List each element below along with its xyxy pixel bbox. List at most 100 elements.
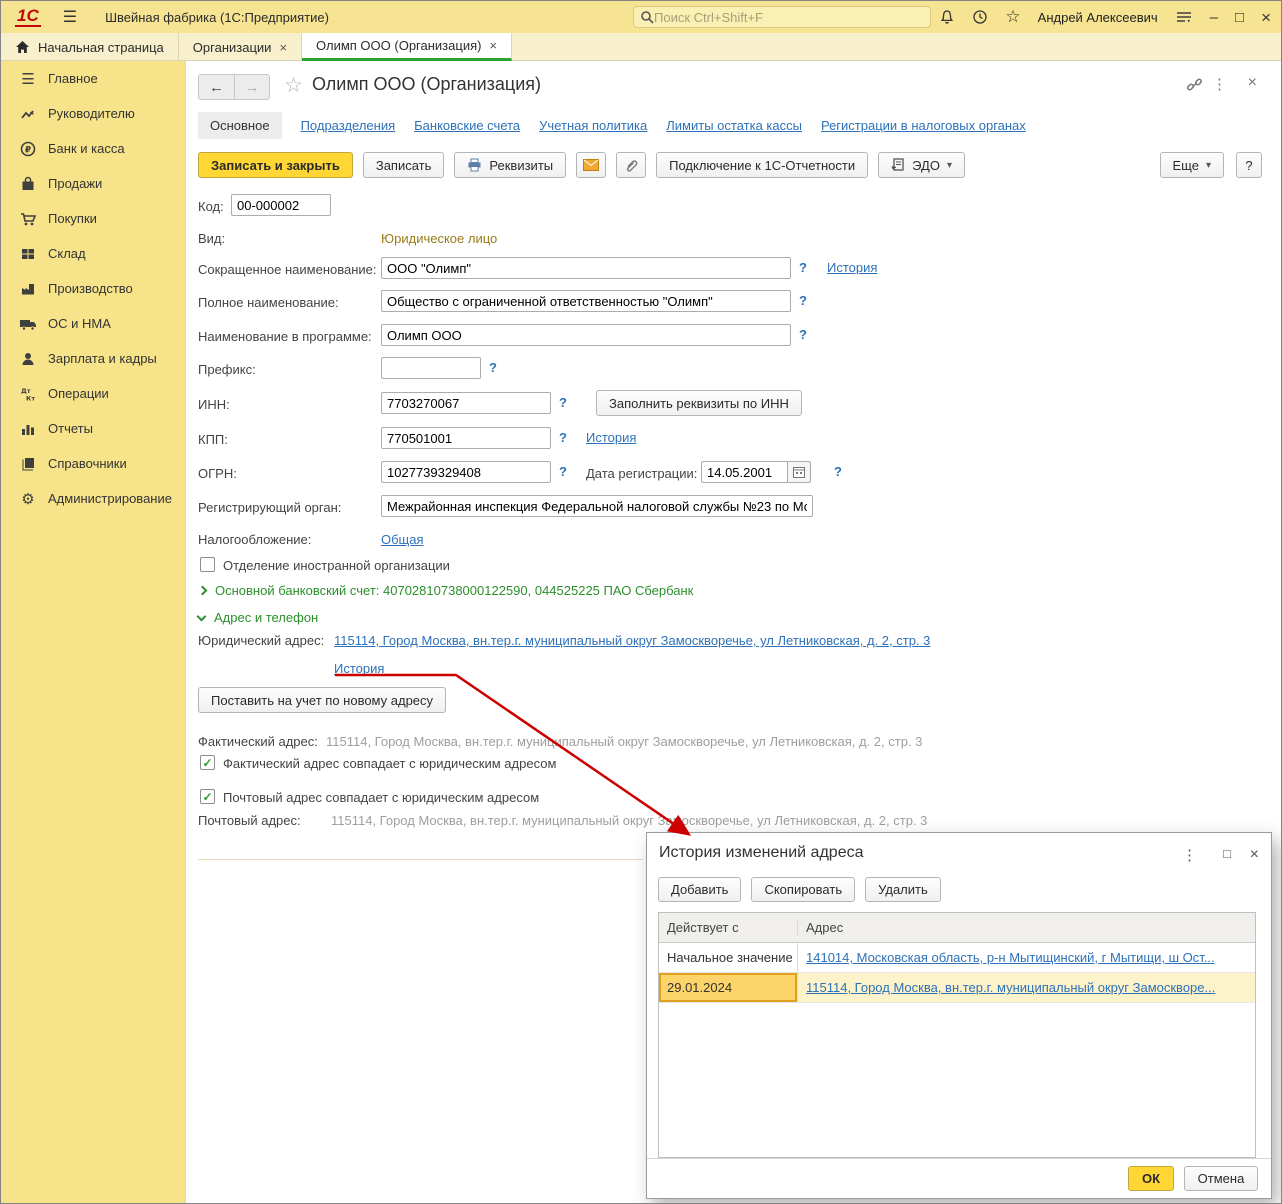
favorites-star-icon[interactable]: ☆ bbox=[1005, 7, 1020, 27]
help-icon[interactable]: ? bbox=[799, 327, 807, 342]
sidebar-item-manager[interactable]: Руководителю bbox=[1, 96, 185, 131]
dialog-close-icon[interactable]: × bbox=[1250, 846, 1259, 864]
help-icon[interactable]: ? bbox=[559, 395, 567, 410]
search-input[interactable] bbox=[654, 9, 924, 25]
current-user-name[interactable]: Андрей Алексеевич bbox=[1038, 10, 1158, 25]
fill-by-inn-button[interactable]: Заполнить реквизиты по ИНН bbox=[596, 390, 802, 416]
tab-organizations[interactable]: Организации × bbox=[179, 33, 303, 61]
full-name-input[interactable] bbox=[381, 290, 791, 312]
row-date[interactable]: Начальное значение bbox=[659, 943, 797, 972]
prefix-input[interactable] bbox=[381, 357, 481, 379]
help-icon[interactable]: ? bbox=[799, 293, 807, 308]
truck-icon bbox=[19, 316, 37, 332]
forward-arrow-button[interactable]: → bbox=[234, 75, 269, 99]
tab-main[interactable]: Основное bbox=[198, 111, 282, 139]
sidebar-item-production[interactable]: Производство bbox=[1, 271, 185, 306]
chevron-down-icon: ▾ bbox=[946, 159, 952, 171]
more-button[interactable]: Еще ▾ bbox=[1159, 152, 1224, 178]
window-maximize-button[interactable]: □ bbox=[1235, 10, 1244, 25]
calendar-icon[interactable] bbox=[787, 461, 811, 483]
postal-same-checkbox[interactable]: ✓ bbox=[200, 789, 215, 804]
back-arrow-button[interactable]: ← bbox=[199, 75, 234, 99]
form-close-icon[interactable]: × bbox=[1248, 74, 1257, 92]
sidebar-item-administration[interactable]: ⚙ Администрирование bbox=[1, 481, 185, 516]
reg-authority-input[interactable] bbox=[381, 495, 813, 517]
short-name-input[interactable] bbox=[381, 257, 791, 279]
table-row-selected[interactable]: 29.01.2024 115114, Город Москва, вн.тер.… bbox=[659, 973, 1255, 1003]
dialog-maximize-icon[interactable]: □ bbox=[1223, 846, 1231, 861]
requisites-button[interactable]: Реквизиты bbox=[454, 152, 567, 178]
service-menu-icon[interactable] bbox=[1175, 10, 1193, 24]
kpp-input[interactable] bbox=[381, 427, 551, 449]
favorite-star-icon[interactable]: ☆ bbox=[284, 73, 303, 98]
help-icon[interactable]: ? bbox=[799, 260, 807, 275]
name-history-link[interactable]: История bbox=[827, 260, 877, 275]
close-icon[interactable]: × bbox=[489, 38, 497, 53]
save-and-close-button[interactable]: Записать и закрыть bbox=[198, 152, 353, 178]
add-button[interactable]: Добавить bbox=[658, 877, 742, 902]
tab-bank-accounts[interactable]: Банковские счета bbox=[414, 118, 520, 133]
column-header-date[interactable]: Действует с bbox=[659, 920, 797, 935]
tab-tax-registrations[interactable]: Регистрации в налоговых органах bbox=[821, 118, 1026, 133]
tab-cash-limits[interactable]: Лимиты остатка кассы bbox=[666, 118, 802, 133]
column-header-address[interactable]: Адрес bbox=[797, 920, 1255, 935]
row-address-link[interactable]: 115114, Город Москва, вн.тер.г. муниципа… bbox=[806, 980, 1215, 995]
ok-button[interactable]: ОК bbox=[1128, 1166, 1174, 1191]
help-button[interactable]: ? bbox=[1236, 152, 1262, 178]
reg-date-input[interactable] bbox=[701, 461, 787, 483]
tab-olimp-organization[interactable]: Олимп ООО (Организация) × bbox=[302, 33, 513, 61]
sidebar-item-bank-cash[interactable]: ₽ Банк и касса bbox=[1, 131, 185, 166]
code-input[interactable] bbox=[231, 194, 331, 216]
register-new-address-button[interactable]: Поставить на учет по новому адресу bbox=[198, 687, 447, 713]
sidebar-item-payroll-hr[interactable]: Зарплата и кадры bbox=[1, 341, 185, 376]
edo-doc-icon bbox=[891, 158, 904, 171]
sidebar-item-warehouse[interactable]: Склад bbox=[1, 236, 185, 271]
main-menu-icon[interactable]: ☰ bbox=[63, 7, 77, 27]
legal-address-link[interactable]: 115114, Город Москва, вн.тер.г. муниципа… bbox=[334, 633, 930, 648]
send-email-button[interactable] bbox=[576, 152, 607, 178]
program-name-input[interactable] bbox=[381, 324, 791, 346]
window-close-button[interactable]: × bbox=[1261, 9, 1271, 26]
bank-account-section-toggle[interactable]: Основной банковский счет: 40702810738000… bbox=[197, 583, 693, 598]
sidebar-item-sales[interactable]: Продажи bbox=[1, 166, 185, 201]
history-clock-icon[interactable] bbox=[972, 9, 988, 25]
attachments-button[interactable] bbox=[616, 152, 647, 178]
kpp-history-link[interactable]: История bbox=[586, 430, 636, 445]
dialog-menu-dots-icon[interactable]: ⋮ bbox=[1182, 846, 1197, 864]
get-link-icon[interactable] bbox=[1186, 77, 1203, 93]
save-button[interactable]: Записать bbox=[362, 152, 445, 178]
sidebar-item-purchases[interactable]: Покупки bbox=[1, 201, 185, 236]
sidebar-item-main[interactable]: ☰ Главное bbox=[1, 61, 185, 96]
taxation-value-link[interactable]: Общая bbox=[381, 532, 424, 547]
row-address-link[interactable]: 141014, Московская область, р-н Мытищинс… bbox=[806, 950, 1215, 965]
row-date-selected[interactable]: 29.01.2024 bbox=[659, 973, 797, 1002]
notifications-bell-icon[interactable] bbox=[939, 9, 955, 25]
connect-1c-reporting-button[interactable]: Подключение к 1С-Отчетности bbox=[656, 152, 869, 178]
table-row[interactable]: Начальное значение 141014, Московская об… bbox=[659, 943, 1255, 973]
tab-home[interactable]: Начальная страница bbox=[1, 33, 179, 61]
global-search[interactable] bbox=[633, 6, 931, 28]
tab-departments[interactable]: Подразделения bbox=[301, 118, 396, 133]
delete-button[interactable]: Удалить bbox=[865, 877, 941, 902]
sidebar-item-reports[interactable]: Отчеты bbox=[1, 411, 185, 446]
edo-button[interactable]: ЭДО ▾ bbox=[878, 152, 965, 178]
window-minimize-button[interactable]: – bbox=[1210, 10, 1218, 25]
sidebar-item-fixed-assets[interactable]: ОС и НМА bbox=[1, 306, 185, 341]
tab-accounting-policy[interactable]: Учетная политика bbox=[539, 118, 647, 133]
help-icon[interactable]: ? bbox=[559, 464, 567, 479]
foreign-branch-checkbox[interactable] bbox=[200, 557, 215, 572]
copy-button[interactable]: Скопировать bbox=[751, 877, 856, 902]
close-icon[interactable]: × bbox=[279, 40, 287, 55]
help-icon[interactable]: ? bbox=[834, 464, 842, 479]
cancel-button[interactable]: Отмена bbox=[1184, 1166, 1258, 1191]
form-menu-dots-icon[interactable]: ⋮ bbox=[1212, 75, 1227, 93]
address-section-toggle[interactable]: Адрес и телефон bbox=[196, 610, 318, 625]
help-icon[interactable]: ? bbox=[559, 430, 567, 445]
inn-input[interactable] bbox=[381, 392, 551, 414]
ogrn-input[interactable] bbox=[381, 461, 551, 483]
sidebar-item-directories[interactable]: Справочники bbox=[1, 446, 185, 481]
help-icon[interactable]: ? bbox=[489, 360, 497, 375]
actual-same-checkbox[interactable]: ✓ bbox=[200, 755, 215, 770]
address-history-link[interactable]: История bbox=[334, 661, 384, 676]
sidebar-item-operations[interactable]: Дт Кт Операции bbox=[1, 376, 185, 411]
